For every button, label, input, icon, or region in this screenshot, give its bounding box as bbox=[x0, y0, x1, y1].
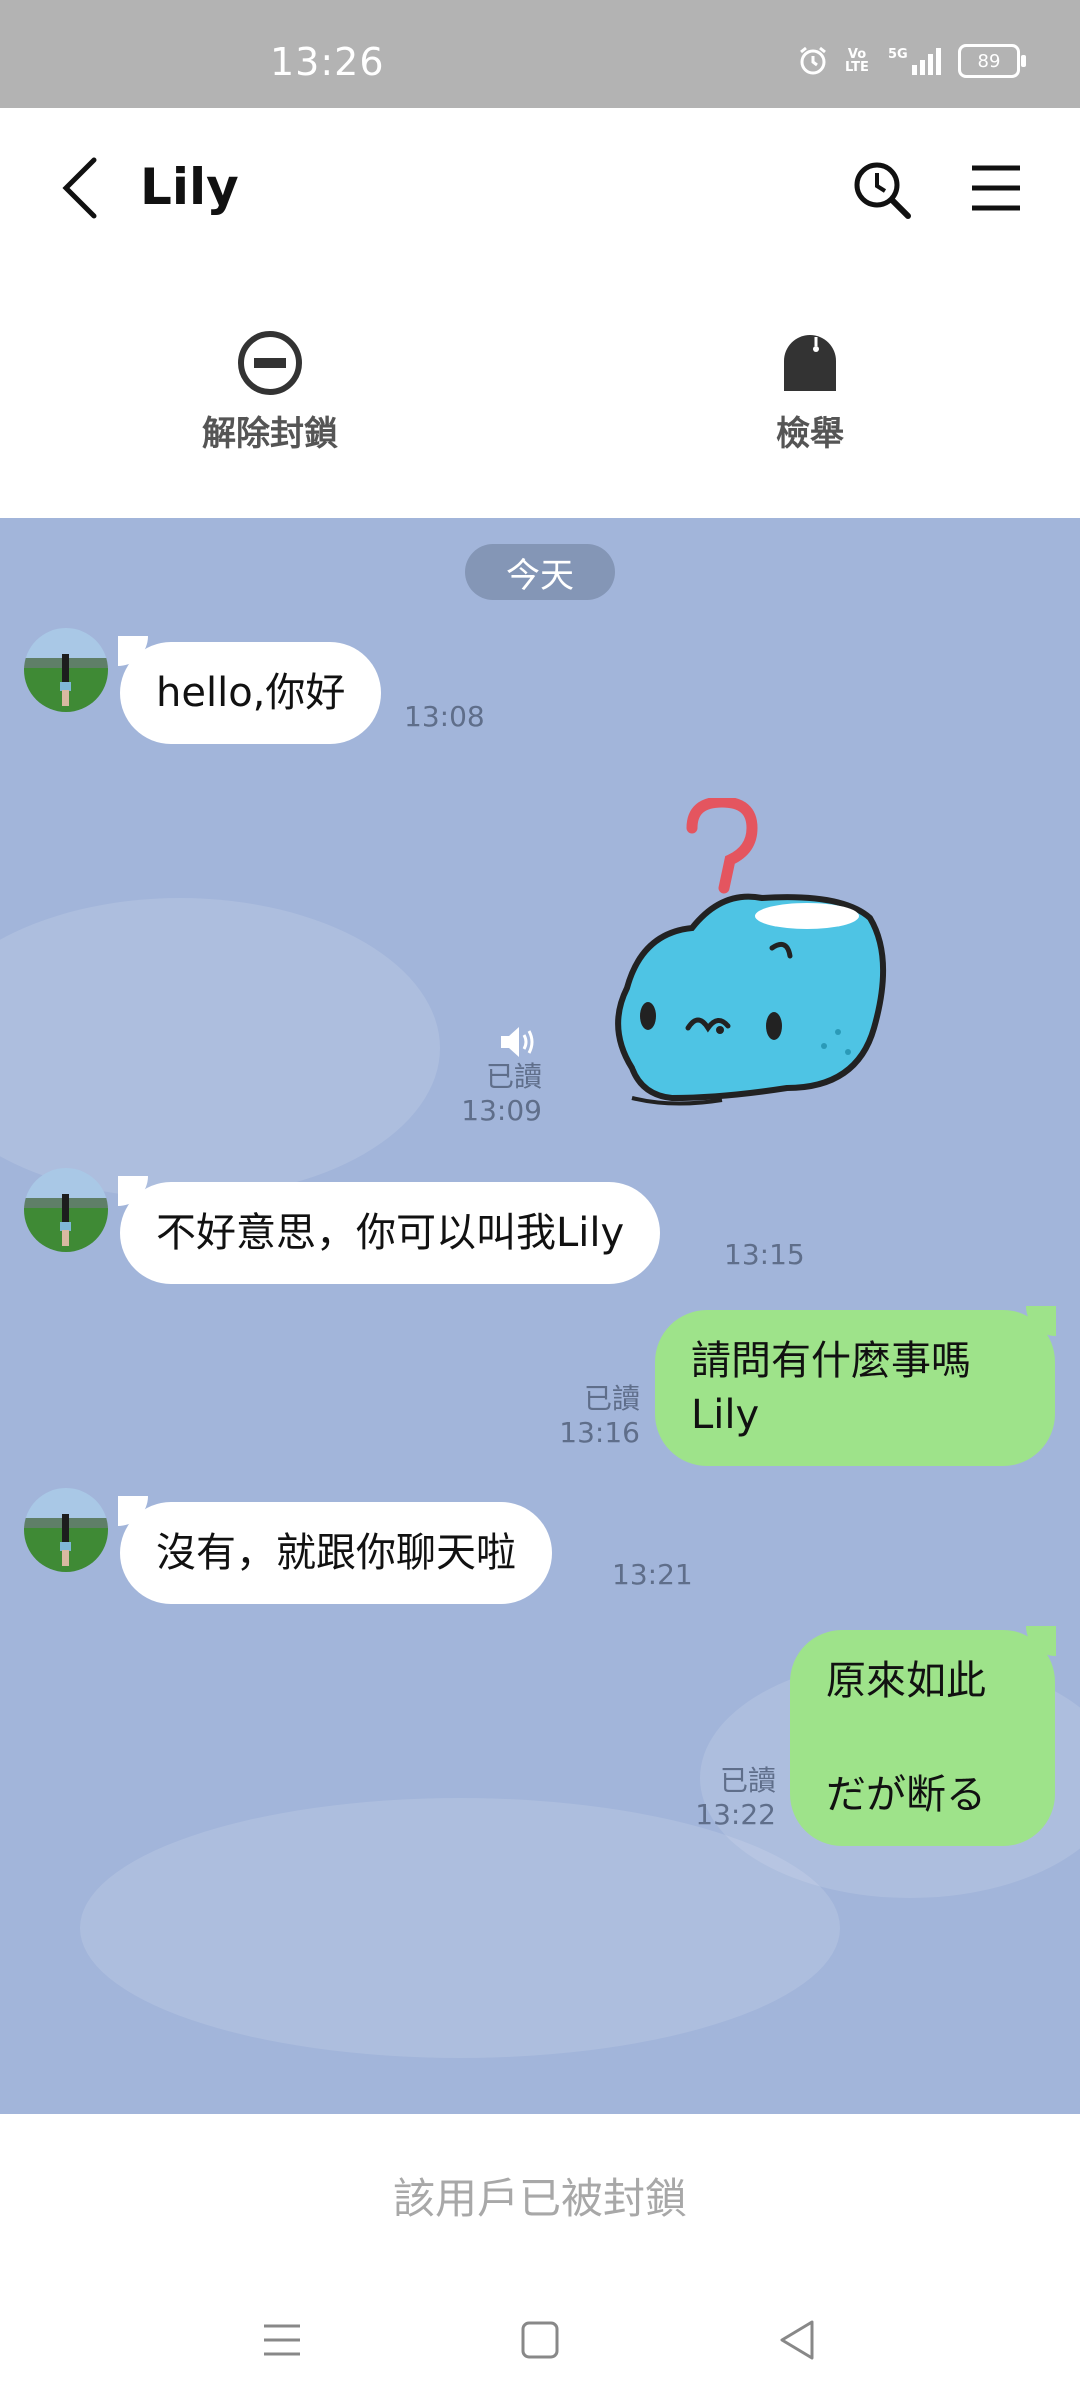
background-cloud bbox=[0, 898, 440, 1198]
network-label: 5G bbox=[888, 47, 908, 62]
blocked-notice: 該用戶已被封鎖 bbox=[392, 2173, 687, 2223]
message-bubble-outgoing[interactable]: 原來如此 だが断る bbox=[790, 1630, 1055, 1846]
hamburger-icon bbox=[972, 165, 1020, 211]
read-receipt: 已讀 13:16 bbox=[520, 1382, 640, 1450]
unblock-button[interactable]: 解除封鎖 bbox=[140, 328, 400, 455]
triangle-back-icon bbox=[780, 2320, 814, 2360]
search-button[interactable] bbox=[850, 158, 914, 222]
battery-level: 89 bbox=[977, 50, 1001, 72]
message-text: 沒有，就跟你聊天啦 bbox=[156, 1530, 516, 1576]
volte-icon: Vo LTE bbox=[845, 47, 869, 75]
message-time: 13:22 bbox=[695, 1798, 776, 1831]
report-label: 檢舉 bbox=[776, 414, 844, 454]
read-status: 已讀 bbox=[583, 1382, 640, 1415]
chat-area[interactable]: 今天 hello,你好 13:08 已讀 13:09 不好意思，你可以叫我Lil… bbox=[0, 518, 1080, 2114]
back-button[interactable] bbox=[52, 152, 112, 224]
chevron-left-icon bbox=[62, 157, 97, 219]
message-time: 13:08 bbox=[404, 700, 485, 733]
sticker-message[interactable] bbox=[612, 796, 892, 1128]
blocked-actions-bar: 解除封鎖 檢舉 bbox=[0, 268, 1080, 518]
nav-back-button[interactable] bbox=[772, 2314, 824, 2366]
message-bubble-incoming[interactable]: hello,你好 bbox=[120, 642, 382, 744]
avatar[interactable] bbox=[24, 628, 108, 712]
square-icon bbox=[521, 2321, 559, 2359]
status-time: 13:26 bbox=[270, 40, 385, 84]
read-status: 已讀 bbox=[485, 1060, 542, 1093]
menu-button[interactable] bbox=[968, 160, 1024, 216]
message-text-line: だが断る bbox=[826, 1772, 986, 1818]
signal-5g-icon: 5G bbox=[884, 44, 944, 78]
battery-indicator: 89 bbox=[958, 44, 1026, 78]
unblock-label: 解除封鎖 bbox=[202, 414, 338, 454]
recent-apps-button[interactable] bbox=[256, 2314, 308, 2366]
message-time: 13:16 bbox=[559, 1416, 640, 1449]
blocked-notice-bar: 該用戶已被封鎖 bbox=[0, 2114, 1080, 2276]
speaker-icon bbox=[501, 1027, 534, 1057]
system-nav-bar bbox=[0, 2276, 1080, 2400]
status-icons: Vo LTE 5G 89 bbox=[796, 44, 1026, 78]
message-text-line: Lily bbox=[691, 1392, 760, 1438]
avatar[interactable] bbox=[24, 1168, 108, 1252]
message-text-line: 請問有什麼事嗎 bbox=[691, 1338, 971, 1384]
chat-title: Lily bbox=[140, 158, 239, 216]
menu-lines-icon bbox=[264, 2324, 300, 2356]
message-time: 13:15 bbox=[724, 1238, 805, 1271]
read-status: 已讀 bbox=[719, 1764, 776, 1797]
search-history-icon bbox=[854, 162, 911, 219]
chat-header: Lily bbox=[0, 108, 1080, 268]
message-bubble-incoming[interactable]: 沒有，就跟你聊天啦 bbox=[120, 1502, 552, 1604]
message-text: 不好意思，你可以叫我Lily bbox=[156, 1210, 625, 1256]
message-text: hello,你好 bbox=[156, 670, 346, 716]
sticker-image bbox=[615, 796, 887, 1106]
date-separator: 今天 bbox=[465, 544, 615, 600]
message-time: 13:09 bbox=[461, 1094, 542, 1127]
report-button[interactable]: 檢舉 bbox=[680, 328, 940, 455]
message-time: 13:21 bbox=[612, 1558, 693, 1591]
message-bubble-incoming[interactable]: 不好意思，你可以叫我Lily bbox=[120, 1182, 661, 1284]
alarm-icon bbox=[796, 44, 830, 78]
read-receipt: 已讀 13:22 bbox=[656, 1764, 776, 1832]
report-icon bbox=[680, 328, 940, 398]
message-text-line: 原來如此 bbox=[826, 1658, 986, 1704]
avatar[interactable] bbox=[24, 1488, 108, 1572]
status-bar: 13:26 Vo LTE 5G 89 bbox=[0, 0, 1080, 108]
read-receipt: 已讀 13:09 bbox=[420, 1060, 542, 1128]
sticker-sound-button[interactable] bbox=[498, 1024, 538, 1060]
background-cloud bbox=[80, 1798, 840, 2058]
message-bubble-outgoing[interactable]: 請問有什麼事嗎 Lily bbox=[655, 1310, 1055, 1466]
home-button[interactable] bbox=[514, 2314, 566, 2366]
unblock-icon bbox=[140, 328, 400, 398]
